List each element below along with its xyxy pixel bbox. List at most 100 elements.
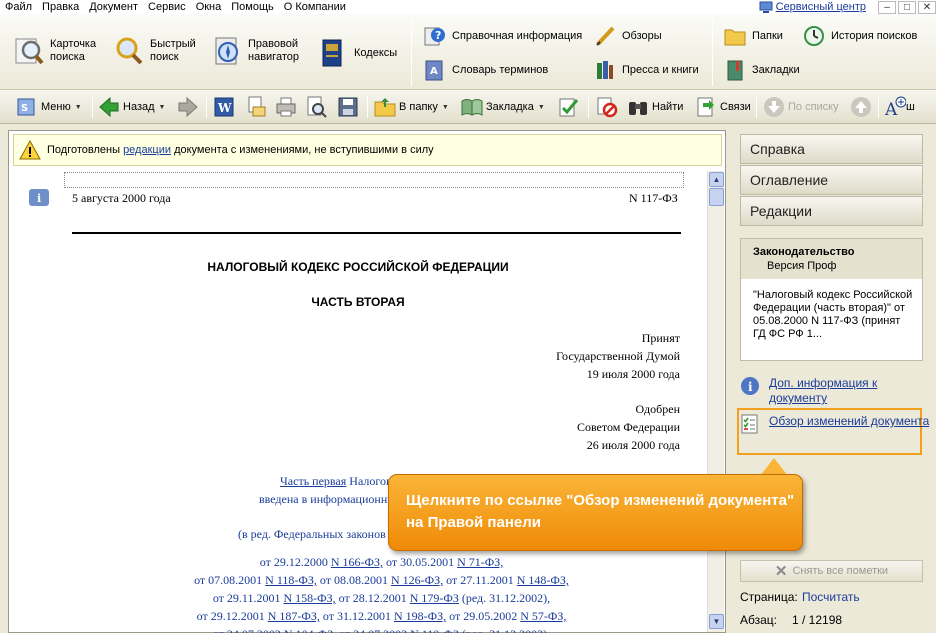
find-label: Найти [652,101,684,113]
amendment-text: (ред. 31.12.2002), [458,591,551,605]
font-size-button[interactable]: A ш [884,95,915,119]
by-list-down-button[interactable]: По списку [763,95,839,119]
page-label: Страница: [740,590,798,604]
adopted-by: Государственной Думой [556,349,680,363]
scroll-down-button[interactable]: ▼ [709,614,724,629]
quick-search-button[interactable]: Быстрый поиск [114,36,196,66]
menu-document[interactable]: Документ [84,1,143,13]
amendment-text: от 31.12.2001 [319,609,394,623]
menu-help[interactable]: Помощь [226,1,279,13]
amendment-law-link[interactable]: N 57-ФЗ, [520,609,566,623]
amendment-law-link[interactable]: N 166-ФЗ, [331,555,383,569]
amendment-line: от 07.08.2001 N 118-ФЗ, от 08.08.2001 N … [9,573,707,588]
menu-service[interactable]: Сервис [143,1,191,13]
bookmarks-button[interactable]: Закладки [724,59,800,81]
amendment-law-link[interactable]: N 187-ФЗ, [268,609,320,623]
paragraph-label: Абзац: [740,613,777,627]
folders-button[interactable]: Папки [724,25,783,47]
amendment-law-link[interactable]: N 148-ФЗ, [517,573,569,587]
amendment-law-link[interactable]: N 71-ФЗ, [457,555,503,569]
toolbar-separator [588,96,589,118]
magnifier-icon [116,37,143,65]
extra-info-link[interactable]: i Доп. информация к документу [740,376,936,406]
menu-file[interactable]: Файл [0,1,37,13]
codes-button[interactable]: Кодексы [318,38,397,68]
amendment-law-link[interactable]: N 198-ФЗ, [394,609,446,623]
info-icon[interactable]: i [29,189,49,206]
amendment-law-link[interactable]: N 126-ФЗ, [391,573,443,587]
print-preview-icon [307,96,327,118]
card-search-button[interactable]: Карточка поиска [14,36,96,66]
amendment-law-link[interactable]: N 104-ФЗ, [284,627,336,633]
service-center-link[interactable]: Сервисный центр [776,1,866,13]
part-one-link[interactable]: Часть первая [280,474,346,488]
export-word-button[interactable]: W [213,95,235,119]
chevron-down-icon: ▼ [441,103,449,111]
editions-link[interactable]: редакции [123,144,171,156]
amendment-text: от 29.05.2002 [446,609,521,623]
amendment-text: от 29.11.2001 [212,591,284,605]
doc-line-3: (в ред. Федеральных законов [238,527,386,541]
preview-button[interactable] [305,95,327,119]
reviews-button[interactable]: Обзоры [594,25,662,47]
changes-review-link[interactable]: Обзор изменений документа [740,414,929,434]
amendment-line: от 29.12.2001 N 187-ФЗ, от 31.12.2001 N … [9,609,707,624]
tab-help[interactable]: Справка [740,134,923,164]
floppy-icon [338,97,358,117]
search-history-button[interactable]: История поисков [803,25,917,47]
legal-navigator-button[interactable]: Правовой навигатор [212,36,299,66]
toolbar-separator [206,96,207,118]
email-document-icon [248,96,266,117]
amendment-law-link[interactable]: N 110-ФЗ [410,627,459,633]
pen-icon [596,26,615,46]
tab-contents[interactable]: Оглавление [740,165,923,195]
paragraph-value: 1 / 12198 [792,613,843,627]
save-button[interactable] [337,95,359,119]
page-count-link[interactable]: Посчитать [802,590,860,604]
minimize-button[interactable]: – [878,0,896,14]
clear-marks-button[interactable]: ✕ Снять все пометки [740,560,923,582]
editions-notice: Подготовлены редакции документа с измене… [13,134,722,166]
print-button[interactable] [275,95,297,119]
header-rule [72,232,681,234]
restore-button[interactable]: □ [898,0,916,14]
folder-add-icon [374,98,396,117]
secondary-toolbar: S Меню ▼ Назад ▼ W В папку ▼ Закладка ▼ [0,90,936,124]
bookmark-button[interactable]: Закладка ▼ [461,95,545,119]
back-button[interactable]: Назад ▼ [98,95,165,119]
amendment-law-link[interactable]: N 179-ФЗ [410,591,459,605]
doc-number: N 117-ФЗ [629,191,678,205]
forward-button[interactable] [177,95,199,119]
close-button[interactable]: ✕ [918,0,936,14]
info-icon: i [741,377,759,395]
links-arrows-icon [697,97,714,117]
amendment-law-link[interactable]: N 158-ФЗ, [283,591,335,605]
chevron-down-icon: ▼ [158,103,166,111]
menu-about[interactable]: О Компании [279,1,351,13]
send-email-button[interactable] [245,95,267,119]
search-history-label: История поисков [831,30,918,42]
reference-info-button[interactable]: ? Справочная информация [424,25,582,47]
menu-button[interactable]: S Меню ▼ [16,95,82,119]
find-button[interactable]: Найти [627,95,683,119]
to-folder-button[interactable]: В папку ▼ [374,95,449,119]
by-list-up-button[interactable] [850,95,872,119]
adopted-label: Принят [641,331,680,345]
press-books-button[interactable]: Пресса и книги [594,59,699,81]
tab-editions[interactable]: Редакции [740,196,923,226]
font-increase-icon: A [884,96,906,118]
document-text: i 5 августа 2000 года N 117-ФЗ НАЛОГОВЫЙ… [9,171,707,633]
links-button[interactable]: Связи [695,95,751,119]
edit-check-button[interactable] [558,95,580,119]
service-center-icon [759,1,773,13]
glossary-button[interactable]: A Словарь терминов [424,59,548,81]
remove-button[interactable] [596,95,618,119]
scroll-up-button[interactable]: ▲ [709,172,724,187]
menu-edit[interactable]: Правка [37,1,84,13]
menu-windows[interactable]: Окна [191,1,227,13]
books-icon [597,61,613,79]
document-scrollbar[interactable]: ▲ ▼ [707,171,724,632]
glossary-book-icon: A [425,60,443,81]
scroll-thumb[interactable] [709,188,724,206]
amendment-law-link[interactable]: N 118-ФЗ, [265,573,317,587]
